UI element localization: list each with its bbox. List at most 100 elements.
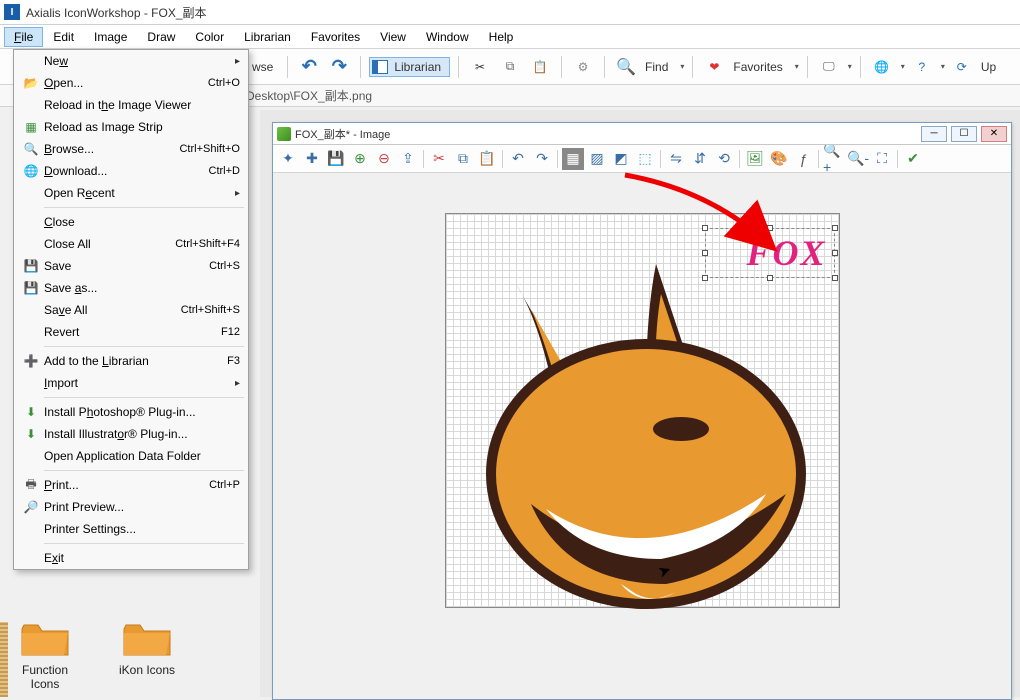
- canvas-area: FOX ➤: [273, 173, 1011, 699]
- download-icon: 🌐: [18, 164, 44, 178]
- doc-titlebar[interactable]: FOX_副本* - Image ─ ☐ ✕: [273, 123, 1011, 145]
- file-install-ai[interactable]: ⬇Install Illustrator® Plug-in...: [14, 423, 248, 445]
- add-format-button[interactable]: ⊕: [349, 148, 371, 170]
- help-caret[interactable]: ▾: [941, 62, 945, 71]
- file-print-preview[interactable]: 🔎Print Preview...: [14, 496, 248, 518]
- file-close-all[interactable]: Close AllCtrl+Shift+F4: [14, 233, 248, 255]
- folder-ikon-icons[interactable]: iKon Icons: [112, 619, 182, 691]
- text-selection-box[interactable]: [705, 228, 835, 278]
- menu-file[interactable]: File: [4, 27, 43, 47]
- web-caret[interactable]: ▾: [901, 62, 905, 71]
- resize-handle[interactable]: [702, 275, 708, 281]
- resize-handle[interactable]: [702, 225, 708, 231]
- file-new[interactable]: New▸: [14, 50, 248, 72]
- redo-button[interactable]: ↷: [531, 148, 553, 170]
- web-button[interactable]: 🌐: [869, 54, 895, 80]
- copy-button[interactable]: ⧉: [452, 148, 474, 170]
- menu-librarian[interactable]: Librarian: [234, 27, 301, 47]
- undo-button[interactable]: ↶: [507, 148, 529, 170]
- selection-button[interactable]: ⬚: [634, 148, 656, 170]
- redo-button[interactable]: ↷: [326, 54, 352, 80]
- cut-button[interactable]: ✂: [467, 54, 493, 80]
- file-browse[interactable]: 🔍Browse...Ctrl+Shift+O: [14, 138, 248, 160]
- update-button[interactable]: ⟳: [949, 54, 975, 80]
- file-reload-viewer[interactable]: Reload in the Image Viewer: [14, 94, 248, 116]
- effects-button[interactable]: ƒ: [792, 148, 814, 170]
- zoom-in-button[interactable]: 🔍+: [823, 148, 845, 170]
- delete-format-button[interactable]: ⊖: [373, 148, 395, 170]
- file-open-appdata[interactable]: Open Application Data Folder: [14, 445, 248, 467]
- preview-button[interactable]: ✔: [902, 148, 924, 170]
- mask-button[interactable]: ◩: [610, 148, 632, 170]
- image-adjust-button[interactable]: 🖼: [744, 148, 766, 170]
- toolbar-sep: [561, 56, 562, 78]
- browse-icon: 🔍: [18, 142, 44, 156]
- menu-window[interactable]: Window: [416, 27, 479, 47]
- colors-button[interactable]: 🎨: [768, 148, 790, 170]
- menu-favorites[interactable]: Favorites: [301, 27, 370, 47]
- favorites-button[interactable]: ❤: [701, 54, 727, 80]
- zoom-fit-button[interactable]: ⛶: [871, 148, 893, 170]
- resize-handle[interactable]: [767, 225, 773, 231]
- transparency-button[interactable]: ▨: [586, 148, 608, 170]
- resize-handle[interactable]: [702, 250, 708, 256]
- librarian-toggle[interactable]: Librarian: [369, 57, 450, 77]
- menu-draw[interactable]: Draw: [137, 27, 185, 47]
- menu-view[interactable]: View: [370, 27, 416, 47]
- file-add-librarian[interactable]: ➕Add to the LibrarianF3: [14, 350, 248, 372]
- file-import[interactable]: Import▸: [14, 372, 248, 394]
- menu-sep: [44, 543, 244, 544]
- settings-button[interactable]: ⚙: [570, 54, 596, 80]
- file-reload-strip[interactable]: ▦Reload as Image Strip: [14, 116, 248, 138]
- grid-button[interactable]: ▦: [562, 148, 584, 170]
- menu-image[interactable]: Image: [84, 27, 137, 47]
- undo-button[interactable]: ↶: [296, 54, 322, 80]
- addressbar-path: Desktop\FOX_副本.png: [246, 87, 372, 104]
- favorites-caret[interactable]: ▾: [795, 62, 799, 71]
- find-caret[interactable]: ▾: [680, 62, 684, 71]
- resize-handle[interactable]: [767, 275, 773, 281]
- new-format-button[interactable]: ✦: [277, 148, 299, 170]
- copy-button[interactable]: ⧉: [497, 54, 523, 80]
- minimize-button[interactable]: ─: [921, 126, 947, 142]
- resize-handle[interactable]: [832, 275, 838, 281]
- menu-edit[interactable]: Edit: [43, 27, 84, 47]
- toolbar-sep: [692, 56, 693, 78]
- resize-handle[interactable]: [832, 225, 838, 231]
- paste-button[interactable]: 📋: [476, 148, 498, 170]
- new-image-button[interactable]: ✚: [301, 148, 323, 170]
- folder-label: iKon Icons: [119, 663, 175, 677]
- file-open[interactable]: 📂Open...Ctrl+O: [14, 72, 248, 94]
- file-open-recent[interactable]: Open Recent▸: [14, 182, 248, 204]
- save-icon: 💾: [18, 259, 44, 273]
- export-button[interactable]: ⇪: [397, 148, 419, 170]
- menu-color[interactable]: Color: [185, 27, 234, 47]
- maximize-button[interactable]: ☐: [951, 126, 977, 142]
- file-print[interactable]: 🖶Print...Ctrl+P: [14, 474, 248, 496]
- paste-button[interactable]: 📋: [527, 54, 553, 80]
- file-printer-settings[interactable]: Printer Settings...: [14, 518, 248, 540]
- file-exit[interactable]: Exit: [14, 547, 248, 569]
- canvas[interactable]: FOX ➤: [445, 213, 840, 608]
- find-button[interactable]: 🔍: [613, 54, 639, 80]
- file-revert[interactable]: RevertF12: [14, 321, 248, 343]
- close-button[interactable]: ✕: [981, 126, 1007, 142]
- file-save-all[interactable]: Save AllCtrl+Shift+S: [14, 299, 248, 321]
- file-download[interactable]: 🌐Download...Ctrl+D: [14, 160, 248, 182]
- file-close[interactable]: Close: [14, 211, 248, 233]
- flip-h-button[interactable]: ⇋: [665, 148, 687, 170]
- rotate-button[interactable]: ⟲: [713, 148, 735, 170]
- file-save[interactable]: 💾SaveCtrl+S: [14, 255, 248, 277]
- cut-button[interactable]: ✂: [428, 148, 450, 170]
- menu-help[interactable]: Help: [479, 27, 524, 47]
- file-save-as[interactable]: 💾Save as...: [14, 277, 248, 299]
- resize-handle[interactable]: [832, 250, 838, 256]
- help-button[interactable]: ?: [909, 54, 935, 80]
- display-caret[interactable]: ▾: [848, 62, 852, 71]
- folder-function-icons[interactable]: Function Icons: [10, 619, 80, 691]
- display-button[interactable]: 🖵: [816, 54, 842, 80]
- file-install-ps[interactable]: ⬇Install Photoshop® Plug-in...: [14, 401, 248, 423]
- zoom-out-button[interactable]: 🔍-: [847, 148, 869, 170]
- save-button[interactable]: 💾: [325, 148, 347, 170]
- flip-v-button[interactable]: ⇵: [689, 148, 711, 170]
